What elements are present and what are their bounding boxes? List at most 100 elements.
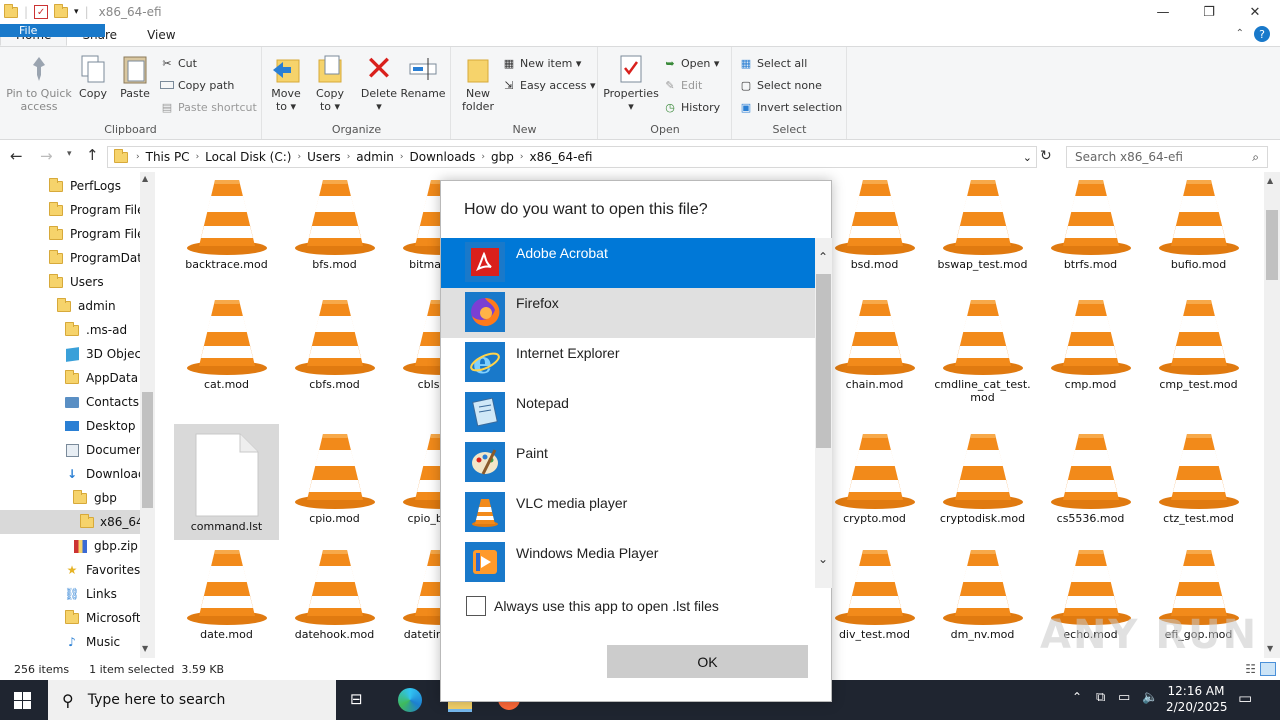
address-dropdown-icon[interactable]: ⌄ bbox=[1023, 151, 1032, 164]
notifications-icon[interactable]: ▭ bbox=[1238, 689, 1252, 707]
file-item[interactable]: cbfs.mod bbox=[282, 294, 387, 391]
nav-item-program-files[interactable]: Program Files bbox=[48, 222, 151, 246]
nav-item-programdata[interactable]: ProgramData bbox=[48, 246, 149, 270]
invert-selection-button[interactable]: ▣ Invert selection bbox=[739, 97, 842, 117]
app-option-vlc-media-player[interactable]: VLC media player bbox=[441, 488, 815, 538]
nav-item-gbp-zip[interactable]: gbp.zip bbox=[72, 534, 138, 558]
nav-item-desktop[interactable]: Desktop bbox=[64, 414, 136, 438]
up-arrow-icon[interactable]: ↑ bbox=[86, 146, 99, 164]
nav-item-3d-objects[interactable]: 3D Objects bbox=[64, 342, 152, 366]
volume-icon[interactable]: 🔈 bbox=[1142, 690, 1158, 705]
properties-button[interactable]: Properties ▾ bbox=[603, 53, 659, 113]
details-view-icon[interactable]: ☷ bbox=[1245, 662, 1256, 676]
help-icon[interactable]: ? bbox=[1254, 26, 1270, 42]
close-button[interactable]: ✕ bbox=[1232, 0, 1278, 24]
clock[interactable]: 12:16 AM 2/20/2025 bbox=[1166, 683, 1228, 715]
nav-item-program-files[interactable]: Program Files bbox=[48, 198, 151, 222]
file-item[interactable]: btrfs.mod bbox=[1038, 174, 1143, 271]
edit-button[interactable]: ✎ Edit bbox=[663, 75, 702, 95]
file-item[interactable]: bsd.mod bbox=[822, 174, 927, 271]
scroll-down-icon[interactable]: ▼ bbox=[1267, 644, 1273, 653]
easy-access-button[interactable]: ⇲ Easy access ▾ bbox=[502, 75, 595, 95]
breadcrumb-local-disk[interactable]: Local Disk (C:) bbox=[201, 150, 295, 164]
nav-item-links[interactable]: ⛓ Links bbox=[64, 582, 116, 606]
file-item[interactable]: cpio.mod bbox=[282, 428, 387, 525]
file-list-scrollbar[interactable]: ▲ ▼ bbox=[1264, 172, 1280, 658]
pin-quick-access-button[interactable]: Pin to Quick access bbox=[6, 53, 72, 113]
delete-button[interactable]: ✕ Delete ▾ bbox=[361, 52, 397, 114]
refresh-icon[interactable]: ↻ bbox=[1040, 148, 1052, 164]
breadcrumb-users[interactable]: Users bbox=[303, 150, 345, 164]
app-option-adobe-acrobat[interactable]: Adobe Acrobat bbox=[441, 238, 815, 288]
app-list-scrollbar[interactable]: ⌃ ⌄ bbox=[815, 238, 832, 588]
copy-button[interactable]: Copy bbox=[76, 53, 110, 100]
file-item[interactable]: chain.mod bbox=[822, 294, 927, 391]
nav-item-contacts[interactable]: Contacts bbox=[64, 390, 139, 414]
nav-item-favorites[interactable]: ★ Favorites bbox=[64, 558, 141, 582]
file-item[interactable]: date.mod bbox=[174, 544, 279, 641]
taskbar-search-box[interactable]: ⚲ Type here to search bbox=[48, 680, 336, 720]
file-item[interactable]: cmp_test.mod bbox=[1146, 294, 1251, 391]
new-folder-button[interactable]: New folder bbox=[458, 53, 498, 113]
windows-start-icon[interactable] bbox=[14, 692, 31, 712]
quick-access-dropdown-icon[interactable]: ▾ bbox=[74, 7, 79, 17]
scroll-up-icon[interactable]: ⌃ bbox=[818, 250, 828, 264]
scroll-up-icon[interactable]: ▲ bbox=[1267, 176, 1273, 185]
breadcrumb-current[interactable]: x86_64-efi bbox=[526, 150, 597, 164]
app-option-notepad[interactable]: Notepad bbox=[441, 388, 815, 438]
file-item[interactable]: bswap_test.mod bbox=[930, 174, 1035, 271]
edge-icon[interactable] bbox=[398, 688, 422, 712]
task-view-icon[interactable]: ⊟ bbox=[350, 690, 363, 708]
breadcrumb-downloads[interactable]: Downloads bbox=[406, 150, 480, 164]
navigation-pane-scrollbar[interactable]: ▲ ▼ bbox=[140, 172, 155, 658]
breadcrumb-admin[interactable]: admin bbox=[352, 150, 398, 164]
network-icon[interactable]: ▭ bbox=[1118, 690, 1130, 705]
file-item[interactable]: ctz_test.mod bbox=[1146, 428, 1251, 525]
minimize-button[interactable]: — bbox=[1140, 0, 1186, 24]
file-item[interactable]: datehook.mod bbox=[282, 544, 387, 641]
nav-item-x86-64-efi[interactable]: x86_64-efi bbox=[0, 510, 155, 534]
navigation-pane-scroll-thumb[interactable] bbox=[142, 392, 153, 508]
back-arrow-icon[interactable]: ← bbox=[10, 147, 23, 165]
file-item[interactable]: cmdline_cat_test. mod bbox=[930, 294, 1035, 404]
new-item-button[interactable]: ▦ New item ▾ bbox=[502, 53, 582, 73]
nav-item-perflogs[interactable]: PerfLogs bbox=[48, 174, 121, 198]
nav-item-gbp[interactable]: gbp bbox=[72, 486, 117, 510]
nav-item-users[interactable]: Users bbox=[48, 270, 104, 294]
app-option-windows-media-player[interactable]: Windows Media Player bbox=[441, 538, 815, 588]
nav-item-music[interactable]: ♪ Music bbox=[64, 630, 120, 654]
ok-button[interactable]: OK bbox=[607, 645, 808, 678]
paste-shortcut-button[interactable]: ▤ Paste shortcut bbox=[160, 97, 257, 117]
file-item[interactable]: cat.mod bbox=[174, 294, 279, 391]
nav-item-downloads[interactable]: ↓ Downloads bbox=[64, 462, 152, 486]
copy-to-button[interactable]: Copy to ▾ bbox=[313, 53, 347, 113]
move-to-button[interactable]: Move to ▾ bbox=[269, 53, 303, 113]
breadcrumb-gbp[interactable]: gbp bbox=[487, 150, 518, 164]
app-list-scroll-thumb[interactable] bbox=[816, 274, 831, 448]
rename-button[interactable]: Rename bbox=[400, 53, 446, 100]
collapse-ribbon-icon[interactable]: ⌃ bbox=[1236, 28, 1244, 39]
address-bar[interactable]: › This PC › Local Disk (C:) › Users › ad… bbox=[107, 146, 1037, 168]
history-button[interactable]: ◷ History bbox=[663, 97, 720, 117]
scroll-up-icon[interactable]: ▲ bbox=[142, 174, 148, 183]
forward-arrow-icon[interactable]: → bbox=[40, 147, 53, 165]
nav-item-ms-ad[interactable]: .ms-ad bbox=[64, 318, 127, 342]
file-item[interactable]: dm_nv.mod bbox=[930, 544, 1035, 641]
select-all-button[interactable]: ▦ Select all bbox=[739, 53, 808, 73]
recent-locations-icon[interactable]: ▾ bbox=[67, 149, 72, 159]
file-item[interactable]: bufio.mod bbox=[1146, 174, 1251, 271]
file-item[interactable]: cryptodisk.mod bbox=[930, 428, 1035, 525]
app-option-internet-explorer[interactable]: e Internet Explorer bbox=[441, 338, 815, 388]
open-button[interactable]: ➥ Open ▾ bbox=[663, 53, 719, 73]
always-use-checkbox[interactable] bbox=[466, 596, 486, 616]
file-list-scroll-thumb[interactable] bbox=[1266, 210, 1278, 280]
file-item[interactable]: crypto.mod bbox=[822, 428, 927, 525]
breadcrumb-this-pc[interactable]: This PC bbox=[142, 150, 194, 164]
file-item[interactable]: div_test.mod bbox=[822, 544, 927, 641]
maximize-button[interactable]: ❐ bbox=[1186, 0, 1232, 24]
copy-path-button[interactable]: Copy path bbox=[160, 75, 234, 95]
network-device-icon[interactable]: ⧉ bbox=[1096, 690, 1105, 705]
show-hidden-icons-icon[interactable]: ⌃ bbox=[1072, 690, 1082, 704]
paste-button[interactable]: Paste bbox=[118, 53, 152, 100]
file-item-selected[interactable]: command.lst bbox=[174, 424, 279, 540]
